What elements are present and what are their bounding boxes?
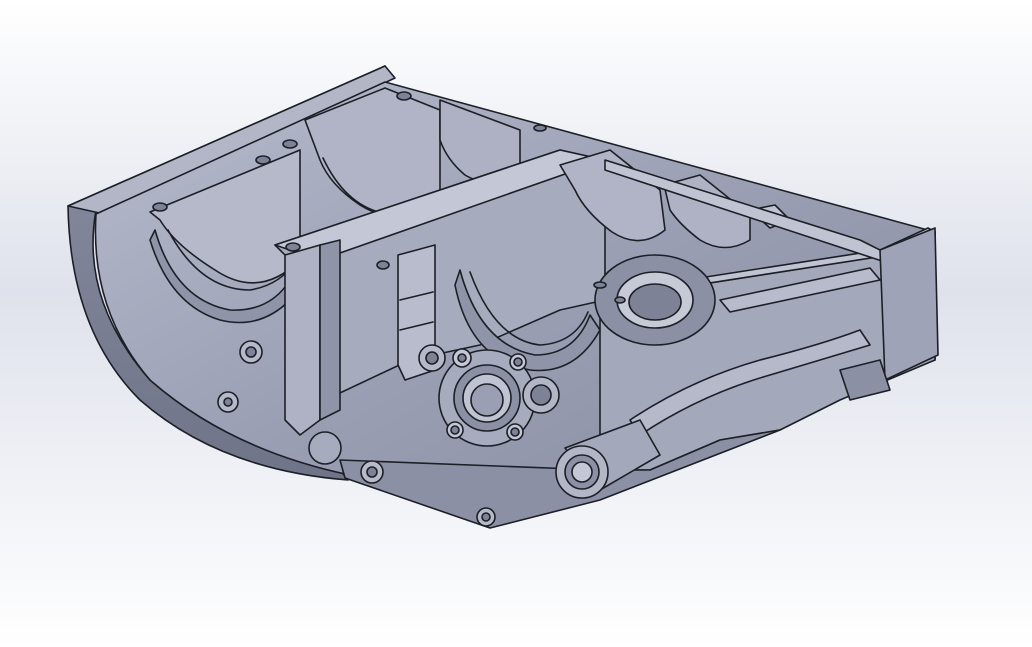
crank-bore-right[interactable] [594,254,716,346]
main-bore-boss[interactable] [438,348,536,447]
small-boss-left-upper[interactable] [239,340,263,364]
right-end-flange[interactable] [879,227,939,381]
viewport-canvas[interactable] [0,0,1032,647]
small-boss-left-lower[interactable] [217,391,239,413]
small-boss-center[interactable] [418,344,446,372]
secondary-bore-boss[interactable] [522,376,560,414]
column-left[interactable] [284,239,341,436]
cad-graphics-viewport[interactable] [0,0,1032,647]
